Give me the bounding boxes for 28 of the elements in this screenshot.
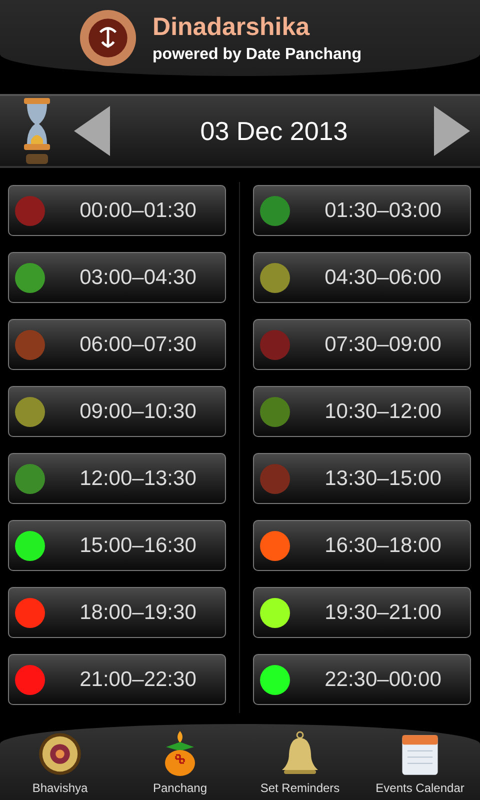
time-slot-button[interactable]: 12:00–13:30: [8, 453, 226, 504]
time-slot-button[interactable]: 21:00–22:30: [8, 654, 226, 705]
time-slot-button[interactable]: 03:00–04:30: [8, 252, 226, 303]
time-slot-button[interactable]: 10:30–12:00: [253, 386, 471, 437]
time-slot-button[interactable]: 09:00–10:30: [8, 386, 226, 437]
time-slot-button[interactable]: 22:30–00:00: [253, 654, 471, 705]
logo-icon: [78, 9, 137, 67]
time-slot-button[interactable]: 13:30–15:00: [253, 453, 471, 504]
nav-tab[interactable]: Panchang: [120, 724, 240, 800]
time-slot-button[interactable]: 15:00–16:30: [8, 520, 226, 571]
time-slot-button[interactable]: 07:30–09:00: [253, 319, 471, 370]
app-subtitle: powered by Date Panchang: [152, 46, 362, 64]
time-slot-button[interactable]: 19:30–21:00: [253, 587, 471, 638]
right-arrow-icon: [434, 106, 470, 156]
zodiac-wheel-icon: [38, 731, 82, 777]
nav-tab[interactable]: Events Calendar: [360, 724, 480, 800]
hourglass-icon: [22, 96, 52, 166]
time-slot-button[interactable]: 06:00–07:30: [8, 319, 226, 370]
time-slot-button[interactable]: 18:00–19:30: [8, 587, 226, 638]
time-slot-button[interactable]: 00:00–01:30: [8, 185, 226, 236]
nav-tab[interactable]: Bhavishya: [0, 724, 120, 800]
time-slot-button[interactable]: 16:30–18:00: [253, 520, 471, 571]
time-slot-button[interactable]: 01:30–03:00: [253, 185, 471, 236]
app-title: Dinadarshika: [152, 12, 311, 42]
nav-tab[interactable]: Set Reminders: [240, 724, 360, 800]
left-arrow-icon: [74, 106, 110, 156]
time-slot-button[interactable]: 04:30–06:00: [253, 252, 471, 303]
date-label: 03 Dec 2013: [199, 116, 349, 146]
